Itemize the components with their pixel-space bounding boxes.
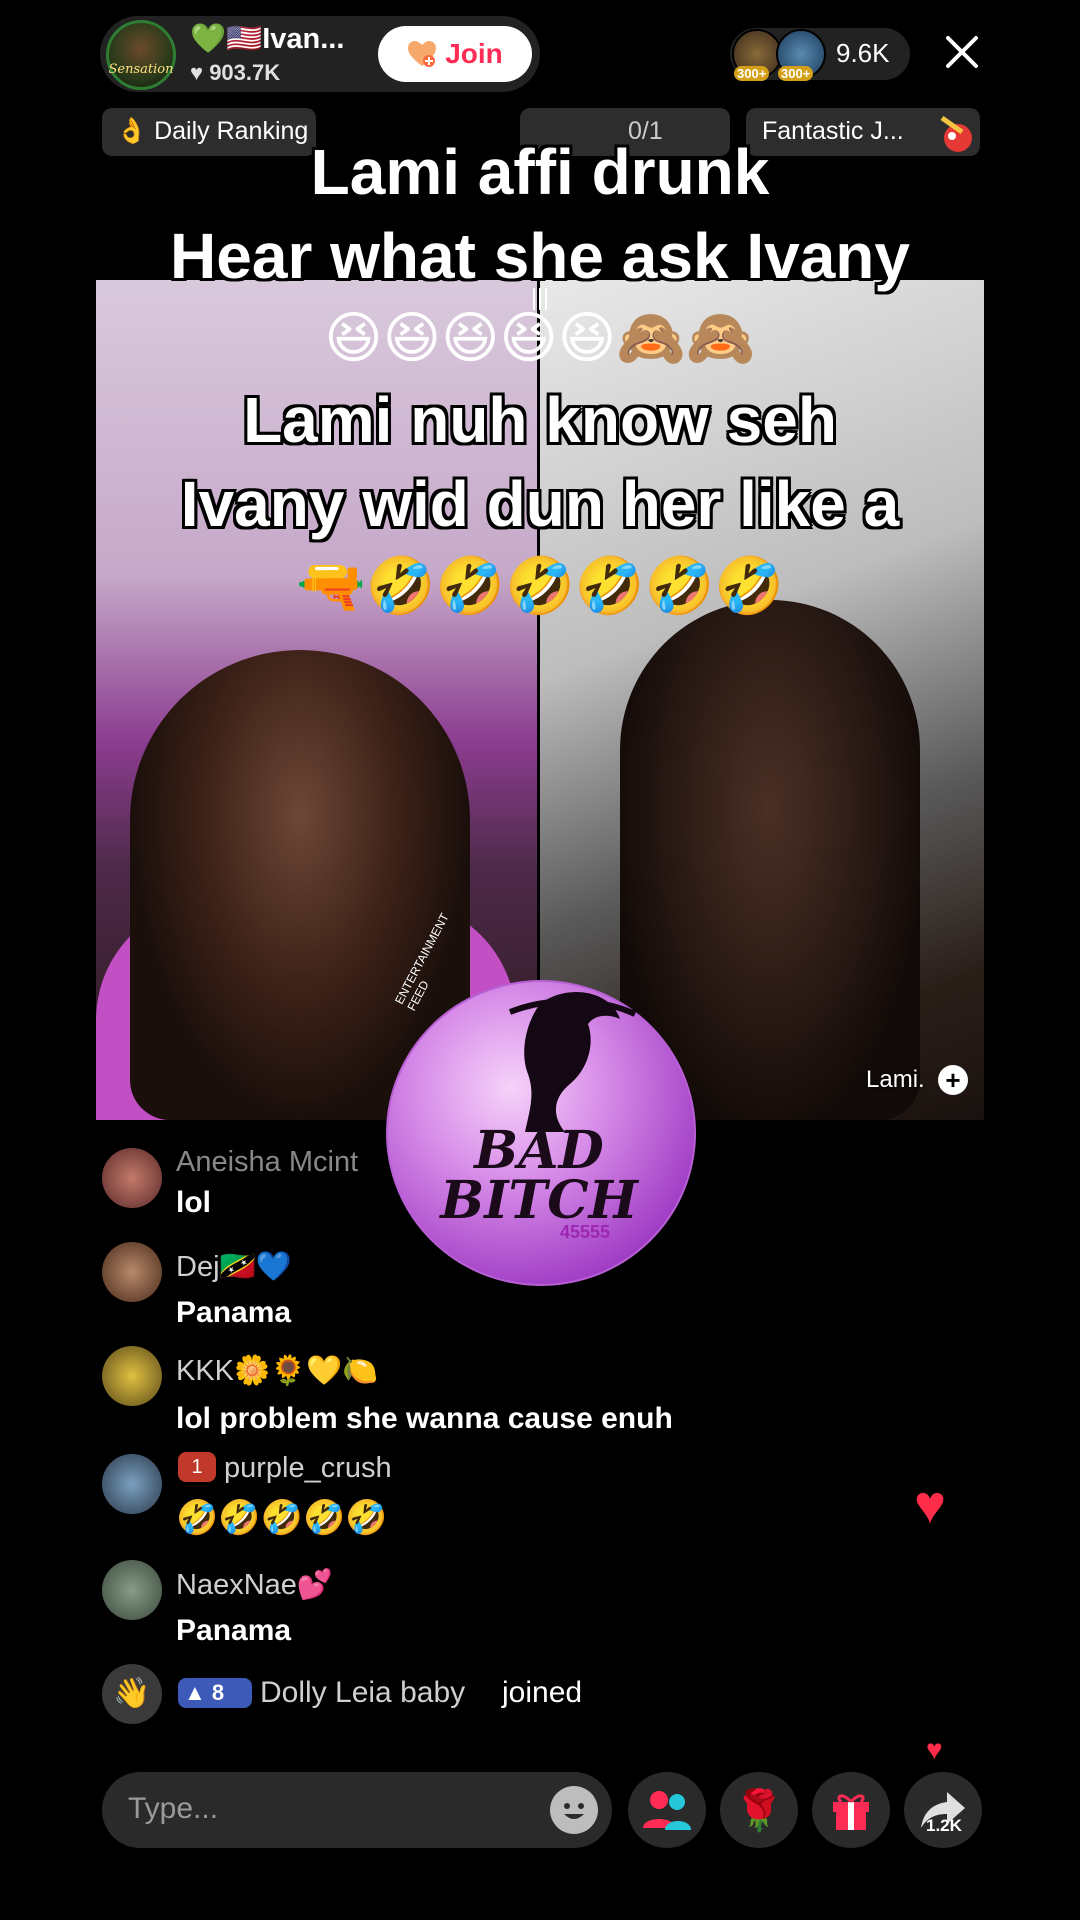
- host-likes: ♥ 903.7K: [190, 60, 280, 86]
- follow-guest-button[interactable]: +: [938, 1065, 968, 1095]
- emoji-face-icon[interactable]: [550, 1786, 598, 1834]
- logo-number: 45555: [560, 1222, 611, 1242]
- comment-username[interactable]: NaexNae💕: [176, 1568, 333, 1602]
- user-level-value: 8: [211, 1680, 225, 1705]
- share-button[interactable]: [904, 1772, 982, 1848]
- close-icon[interactable]: [940, 30, 984, 74]
- gift-button[interactable]: [812, 1772, 890, 1848]
- join-button[interactable]: Join: [378, 26, 532, 82]
- heart-plus-icon: [408, 41, 437, 67]
- comment-username[interactable]: KKK🌼🌻💛🍋: [176, 1354, 378, 1388]
- rose-icon: 🌹: [734, 1788, 784, 1833]
- comment-username[interactable]: purple_crush: [224, 1452, 392, 1485]
- comment-username[interactable]: Aneisha Mcint: [176, 1146, 358, 1179]
- caption-overlay: Lami affi drunk Hear what she ask Ivany …: [90, 130, 990, 626]
- floating-heart-icon: ♥: [914, 1475, 947, 1535]
- viewer-rank-badge: 300+: [734, 66, 770, 81]
- people-icon: [643, 1791, 691, 1830]
- comment-avatar[interactable]: [102, 1242, 162, 1302]
- caption-line: Lami nuh know seh: [243, 384, 837, 456]
- floating-heart-icon: ♥: [926, 1734, 943, 1765]
- comment-avatar[interactable]: [102, 1560, 162, 1620]
- joined-action-text: joined: [502, 1676, 583, 1709]
- comment-text: lol: [176, 1186, 211, 1219]
- logo-text: BITCH: [440, 1170, 638, 1231]
- comment-text: 🤣🤣🤣🤣🤣: [176, 1499, 388, 1537]
- host-avatar-tag: Sensation: [108, 62, 174, 77]
- comment-text: lol problem she wanna cause enuh: [176, 1402, 673, 1435]
- join-label: Join: [445, 38, 503, 69]
- caption-line: Lami affi drunk: [310, 136, 770, 208]
- host-likes-count: 903.7K: [209, 60, 281, 85]
- gift-icon: [833, 1794, 869, 1830]
- comment-avatar[interactable]: [102, 1346, 162, 1406]
- viewer-count[interactable]: 9.6K: [836, 38, 890, 69]
- rose-gift-button[interactable]: 🌹: [720, 1772, 798, 1848]
- comment-input-placeholder: Type...: [128, 1792, 219, 1825]
- viewer-rank-badge: 300+: [778, 66, 814, 81]
- fan-level-badge: 1: [178, 1452, 216, 1482]
- host-name[interactable]: 💚🇺🇸Ivan...: [190, 22, 344, 56]
- comment-text: Panama: [176, 1614, 292, 1647]
- comment-avatar[interactable]: [102, 1148, 162, 1208]
- people-button[interactable]: [628, 1772, 706, 1848]
- host-avatar[interactable]: [106, 20, 176, 90]
- heart-icon: ♥: [190, 60, 204, 85]
- comment-avatar[interactable]: [102, 1454, 162, 1514]
- joined-username[interactable]: Dolly Leia baby: [260, 1676, 465, 1710]
- woman-silhouette-icon: [508, 992, 637, 1132]
- comment-username[interactable]: Dej🇰🇳💙: [176, 1250, 292, 1284]
- wave-hand-icon[interactable]: 👋: [102, 1664, 162, 1724]
- caption-line: Hear what she ask Ivany: [170, 220, 910, 292]
- caption-line: Ivany wid dun her like a: [180, 468, 900, 540]
- logo-text: BAD: [474, 1120, 604, 1181]
- comment-text: Panama: [176, 1296, 292, 1329]
- caption-emoji-line: 😆😆😆😆😆🙈🙈: [324, 306, 756, 369]
- share-count: 1.2K: [926, 1816, 962, 1835]
- level-triangle-icon: ▲: [184, 1680, 206, 1705]
- guest-name-label[interactable]: Lami.: [866, 1066, 925, 1094]
- user-level-badge: ▲ 8: [178, 1678, 252, 1708]
- caption-emoji-line: 🔫🤣🤣🤣🤣🤣🤣: [295, 554, 785, 617]
